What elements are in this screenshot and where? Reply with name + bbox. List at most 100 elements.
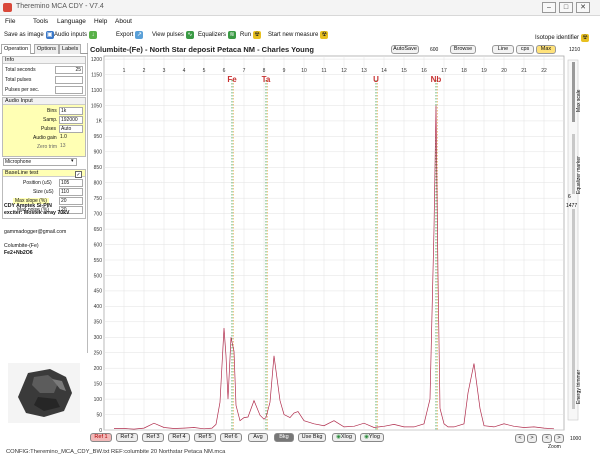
y-tick-label: 800: [94, 181, 103, 187]
spectrum-panel: Columbite-(Fe) - North Star deposit Peta…: [90, 44, 598, 456]
x-tick-label: 14: [381, 68, 387, 74]
y-tick-label: 100: [94, 397, 103, 403]
bkg-button[interactable]: Bkg: [274, 433, 294, 442]
maximize-button[interactable]: □: [559, 2, 573, 13]
pulses-mode-select[interactable]: Auto: [59, 125, 83, 133]
size-label: Size (uS): [33, 189, 54, 195]
ref4-button[interactable]: Ref 4: [168, 433, 190, 442]
arrow-down-icon: ↓: [89, 31, 98, 39]
bins-select[interactable]: 1k: [59, 107, 83, 115]
x-tick-label: 15: [401, 68, 407, 74]
toolbar: Save as image ▣ Audio inputs ↓ Export ↗ …: [0, 29, 600, 43]
x-tick-label: 6: [223, 68, 226, 74]
position-value[interactable]: 105: [59, 179, 83, 187]
start-new-measure-button[interactable]: Start new measure ☢: [268, 31, 329, 39]
equalizers-button[interactable]: Equalizers ≋: [198, 31, 237, 39]
size-value[interactable]: 110: [59, 188, 83, 196]
equalizer-marker-slider[interactable]: [572, 134, 575, 194]
x-tick-label: 5: [203, 68, 206, 74]
energy-trimmer-slider[interactable]: [572, 209, 575, 409]
minimize-button[interactable]: –: [542, 2, 556, 13]
view-pulses-button[interactable]: View pulses ∿: [152, 31, 194, 39]
y-tick-label: 350: [94, 320, 103, 326]
menu-file[interactable]: File: [5, 18, 15, 25]
radiation-icon: ☢: [581, 34, 590, 42]
pan-left-button[interactable]: <: [515, 434, 525, 443]
zoom-in-button[interactable]: >: [554, 434, 564, 443]
zero-trim-value[interactable]: 13: [59, 143, 83, 151]
run-button[interactable]: Run ☢: [240, 31, 262, 39]
x-tick-label: 20: [501, 68, 507, 74]
baseline-checkbox[interactable]: ✓: [75, 171, 82, 178]
audio-gain-label: Audio gain: [33, 135, 57, 141]
pan-right-button[interactable]: >: [527, 434, 537, 443]
zoom-out-button[interactable]: <: [542, 434, 552, 443]
device-select[interactable]: Microphone: [3, 158, 77, 166]
audio-gain-value[interactable]: 1.0: [59, 134, 83, 142]
zoom-label: Zoom: [548, 444, 561, 450]
y-tick-label: 1100: [91, 88, 102, 94]
ref3-button[interactable]: Ref 3: [142, 433, 164, 442]
equalizer-value: 6: [568, 194, 571, 200]
audio-inputs-button[interactable]: Audio inputs ↓: [54, 31, 98, 39]
y-tick-label: 1150: [91, 72, 102, 78]
ref6-button[interactable]: Ref 6: [220, 433, 242, 442]
max-scale-label: Max scale: [576, 89, 582, 112]
tab-labels[interactable]: Labels: [59, 44, 82, 54]
pulses-per-sec-label: Pulses per sec.: [5, 87, 40, 93]
y-tick-label: 150: [94, 381, 103, 387]
note-formula: Fe2+Nb2O6: [4, 250, 33, 256]
x-tick-label: 3: [163, 68, 166, 74]
chevron-down-icon[interactable]: ▾: [71, 158, 74, 164]
save-image-label: Save as image: [4, 32, 44, 38]
tab-operation[interactable]: Operation: [1, 44, 32, 54]
ref1-button[interactable]: Ref 1: [90, 433, 112, 442]
total-seconds-label: Total seconds: [5, 67, 36, 73]
menu-help[interactable]: Help: [94, 18, 107, 25]
equalizer-icon: ≋: [228, 31, 237, 39]
ylog-button[interactable]: ◉Ylog: [360, 433, 384, 442]
isotope-identifier-button[interactable]: Isotope identifier ☢: [535, 34, 590, 42]
close-button[interactable]: ✕: [576, 2, 590, 13]
y-tick-label: 1K: [96, 119, 103, 125]
x-tick-label: 4: [183, 68, 186, 74]
total-pulses-value: [55, 76, 83, 84]
menu-language[interactable]: Language: [57, 18, 86, 25]
spectrum-chart[interactable]: 0501001502002503003504004505005506006507…: [90, 44, 598, 456]
avg-button[interactable]: Avg: [248, 433, 268, 442]
ref2-button[interactable]: Ref 2: [116, 433, 138, 442]
run-label: Run: [240, 32, 252, 38]
title-bar: Theremino MCA CDY - V7.4 – □ ✕: [0, 0, 600, 16]
x-tick-label: 12: [341, 68, 347, 74]
pulses-per-sec-value: [55, 86, 83, 94]
x-tick-label: 16: [421, 68, 427, 74]
xlog-button[interactable]: ◉Xlog: [332, 433, 356, 442]
zoom-value: 1000: [570, 436, 582, 442]
xlog-label: Xlog: [340, 434, 352, 440]
element-label: Ta: [262, 75, 271, 84]
pulses-mode-label: Pulses: [41, 126, 57, 132]
y-tick-label: 550: [94, 258, 103, 264]
notes-detector: CDY Amptek Si-PIN exciter: Mostek array …: [4, 203, 69, 217]
samp-select[interactable]: 192000: [59, 116, 83, 124]
y-tick-label: 50: [96, 412, 102, 418]
tab-options[interactable]: Options: [34, 44, 59, 54]
info-section: Info Total seconds 25 Total pulses Pulse…: [2, 56, 86, 96]
y-tick-label: 900: [94, 150, 103, 156]
menu-tools[interactable]: Tools: [33, 18, 48, 25]
y-tick-label: 750: [94, 196, 103, 202]
use-bkg-button[interactable]: Use Bkg: [298, 433, 326, 442]
radiation-icon: ☢: [253, 31, 262, 39]
menu-about[interactable]: About: [115, 18, 132, 25]
x-tick-label: 19: [481, 68, 487, 74]
ref5-button[interactable]: Ref 5: [194, 433, 216, 442]
save-image-button[interactable]: Save as image ▣: [4, 31, 54, 39]
export-button[interactable]: Export ↗: [116, 31, 144, 39]
y-tick-label: 250: [94, 351, 103, 357]
note-line-2: exciter: Mostek array 70kV: [4, 210, 70, 216]
max-scale-slider[interactable]: [572, 62, 575, 122]
y-tick-label: 650: [94, 227, 103, 233]
x-tick-label: 2: [143, 68, 146, 74]
view-pulses-label: View pulses: [152, 32, 184, 38]
image-icon: ▣: [45, 31, 54, 39]
